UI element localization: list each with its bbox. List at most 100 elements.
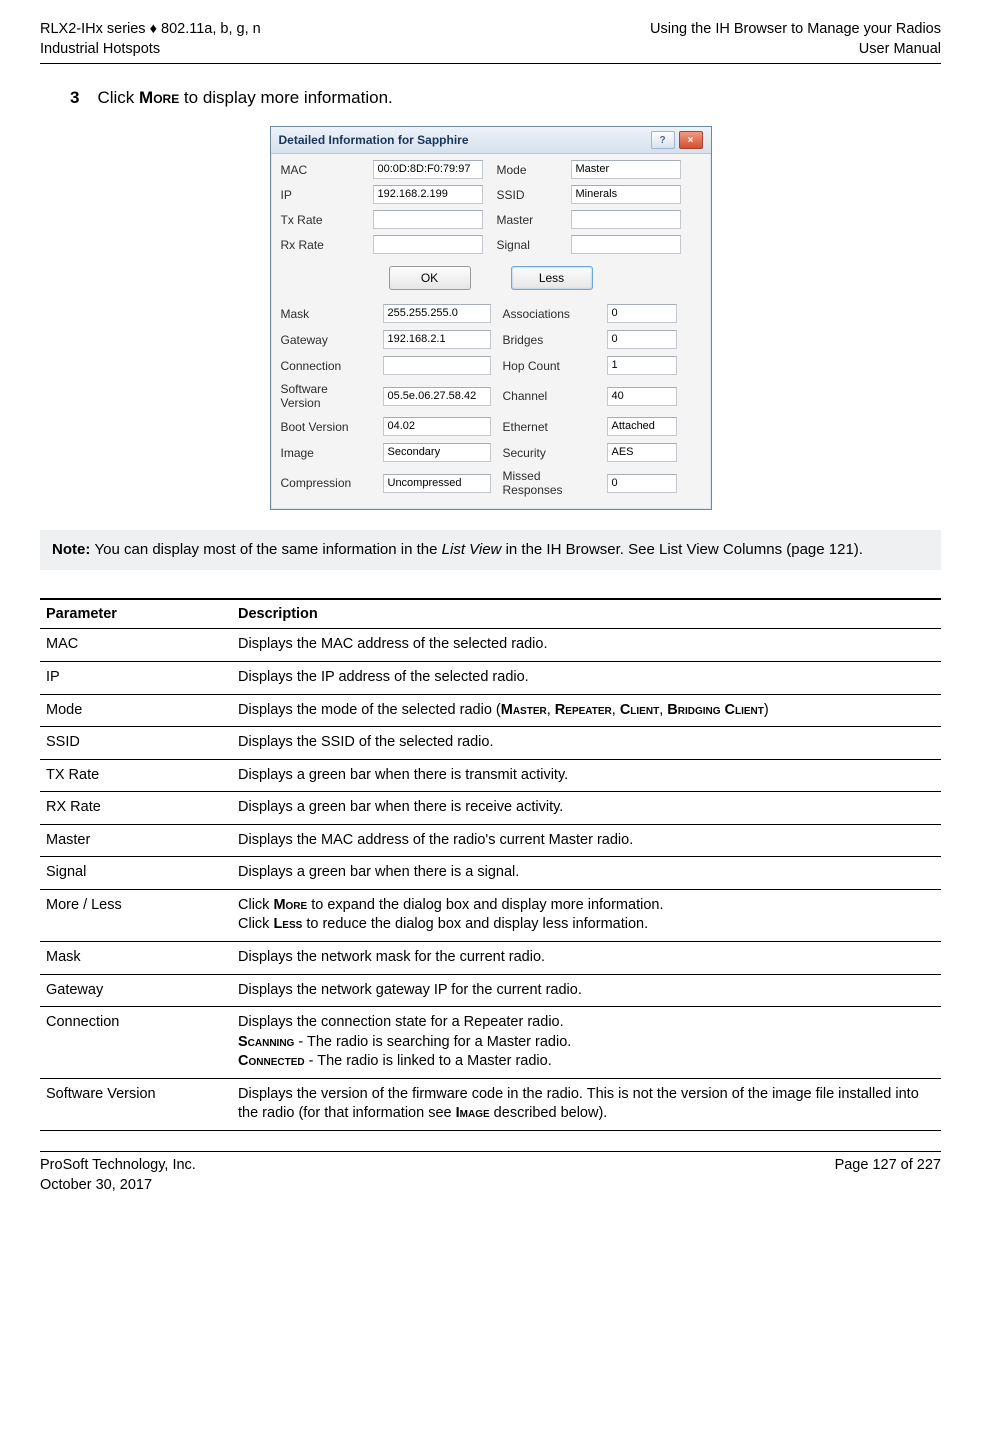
footer-left-line1: ProSoft Technology, Inc. <box>40 1156 196 1176</box>
txrate-label: Tx Rate <box>281 213 359 227</box>
mode-field[interactable]: Master <box>571 160 681 179</box>
param-desc: Displays the network mask for the curren… <box>232 942 941 975</box>
compression-field[interactable]: Uncompressed <box>383 474 491 493</box>
mask-field[interactable]: 255.255.255.0 <box>383 304 491 323</box>
mask-label: Mask <box>281 307 371 321</box>
footer-left: ProSoft Technology, Inc. October 30, 201… <box>40 1156 196 1195</box>
table-row: ConnectionDisplays the connection state … <box>40 1007 941 1079</box>
param-desc: Displays the connection state for a Repe… <box>232 1007 941 1079</box>
page-header: RLX2-IHx series ♦ 802.11a, b, g, n Indus… <box>40 20 941 59</box>
master-field[interactable] <box>571 210 681 229</box>
table-row: RX RateDisplays a green bar when there i… <box>40 792 941 825</box>
step-number: 3 <box>70 88 79 107</box>
ssid-label: SSID <box>497 188 557 202</box>
bootver-field[interactable]: 04.02 <box>383 417 491 436</box>
missed-field[interactable]: 0 <box>607 474 677 493</box>
param-desc: Click More to expand the dialog box and … <box>232 889 941 941</box>
image-field[interactable]: Secondary <box>383 443 491 462</box>
param-name: Gateway <box>40 974 232 1007</box>
close-icon[interactable]: × <box>679 131 703 149</box>
gateway-field[interactable]: 192.168.2.1 <box>383 330 491 349</box>
footer-left-line2: October 30, 2017 <box>40 1176 196 1196</box>
page-footer: ProSoft Technology, Inc. October 30, 201… <box>40 1156 941 1195</box>
missed-label: Missed Responses <box>503 469 595 497</box>
mac-label: MAC <box>281 163 359 177</box>
mac-field[interactable]: 00:0D:8D:F0:79:97 <box>373 160 483 179</box>
col-description: Description <box>232 599 941 629</box>
param-name: MAC <box>40 629 232 662</box>
image-label: Image <box>281 446 371 460</box>
connection-field[interactable] <box>383 356 491 375</box>
hopcount-label: Hop Count <box>503 359 595 373</box>
softver-field[interactable]: 05.5e.06.27.58.42 <box>383 387 491 406</box>
dialog-titlebar: Detailed Information for Sapphire ? × <box>271 127 711 154</box>
master-label: Master <box>497 213 557 227</box>
step-text-after: to display more information. <box>179 88 393 107</box>
step-more-word: More <box>139 88 179 107</box>
associations-field[interactable]: 0 <box>607 304 677 323</box>
param-name: SSID <box>40 727 232 760</box>
param-name: Master <box>40 824 232 857</box>
table-row: GatewayDisplays the network gateway IP f… <box>40 974 941 1007</box>
table-row: MACDisplays the MAC address of the selec… <box>40 629 941 662</box>
ip-field[interactable]: 192.168.2.199 <box>373 185 483 204</box>
footer-right: Page 127 of 227 <box>835 1156 941 1195</box>
param-desc: Displays the network gateway IP for the … <box>232 974 941 1007</box>
note-text1: You can display most of the same informa… <box>95 541 442 558</box>
param-desc: Displays the version of the firmware cod… <box>232 1078 941 1130</box>
security-field[interactable]: AES <box>607 443 677 462</box>
table-row: IPDisplays the IP address of the selecte… <box>40 661 941 694</box>
txrate-bar <box>373 210 483 229</box>
channel-field[interactable]: 40 <box>607 387 677 406</box>
param-desc: Displays a green bar when there is trans… <box>232 759 941 792</box>
header-left-line1: RLX2-IHx series ♦ 802.11a, b, g, n <box>40 20 261 40</box>
param-name: RX Rate <box>40 792 232 825</box>
ethernet-field[interactable]: Attached <box>607 417 677 436</box>
softver-label: Software Version <box>281 382 371 410</box>
header-right-line1: Using the IH Browser to Manage your Radi… <box>650 20 941 40</box>
bridges-label: Bridges <box>503 333 595 347</box>
table-row: More / LessClick More to expand the dial… <box>40 889 941 941</box>
note-text2: in the IH Browser. See List View Columns… <box>501 541 863 558</box>
param-desc: Displays the SSID of the selected radio. <box>232 727 941 760</box>
param-name: Connection <box>40 1007 232 1079</box>
step-text-before: Click <box>97 88 139 107</box>
hopcount-field[interactable]: 1 <box>607 356 677 375</box>
bootver-label: Boot Version <box>281 420 371 434</box>
bridges-field[interactable]: 0 <box>607 330 677 349</box>
table-row: TX RateDisplays a green bar when there i… <box>40 759 941 792</box>
param-desc: Displays the mode of the selected radio … <box>232 694 941 727</box>
help-icon[interactable]: ? <box>651 131 675 149</box>
table-row: ModeDisplays the mode of the selected ra… <box>40 694 941 727</box>
note-box: Note: You can display most of the same i… <box>40 530 941 570</box>
param-name: Software Version <box>40 1078 232 1130</box>
param-name: Mode <box>40 694 232 727</box>
compression-label: Compression <box>281 476 371 490</box>
col-parameter: Parameter <box>40 599 232 629</box>
connection-label: Connection <box>281 359 371 373</box>
rxrate-bar <box>373 235 483 254</box>
note-italic: List View <box>442 541 502 558</box>
ssid-field[interactable]: Minerals <box>571 185 681 204</box>
param-desc: Displays the MAC address of the selected… <box>232 629 941 662</box>
ok-button[interactable]: OK <box>389 266 471 290</box>
table-row: SignalDisplays a green bar when there is… <box>40 857 941 890</box>
header-left-line2: Industrial Hotspots <box>40 40 261 60</box>
gateway-label: Gateway <box>281 333 371 347</box>
param-desc: Displays the IP address of the selected … <box>232 661 941 694</box>
param-desc: Displays the MAC address of the radio's … <box>232 824 941 857</box>
param-name: Mask <box>40 942 232 975</box>
table-row: MaskDisplays the network mask for the cu… <box>40 942 941 975</box>
param-name: Signal <box>40 857 232 890</box>
less-button[interactable]: Less <box>511 266 593 290</box>
associations-label: Associations <box>503 307 595 321</box>
header-rule <box>40 63 941 64</box>
header-right: Using the IH Browser to Manage your Radi… <box>650 20 941 59</box>
table-row: Software VersionDisplays the version of … <box>40 1078 941 1130</box>
ip-label: IP <box>281 188 359 202</box>
signal-bar <box>571 235 681 254</box>
dialog-detailed-info: Detailed Information for Sapphire ? × MA… <box>270 126 712 510</box>
param-name: More / Less <box>40 889 232 941</box>
param-desc: Displays a green bar when there is recei… <box>232 792 941 825</box>
footer-rule <box>40 1151 941 1152</box>
